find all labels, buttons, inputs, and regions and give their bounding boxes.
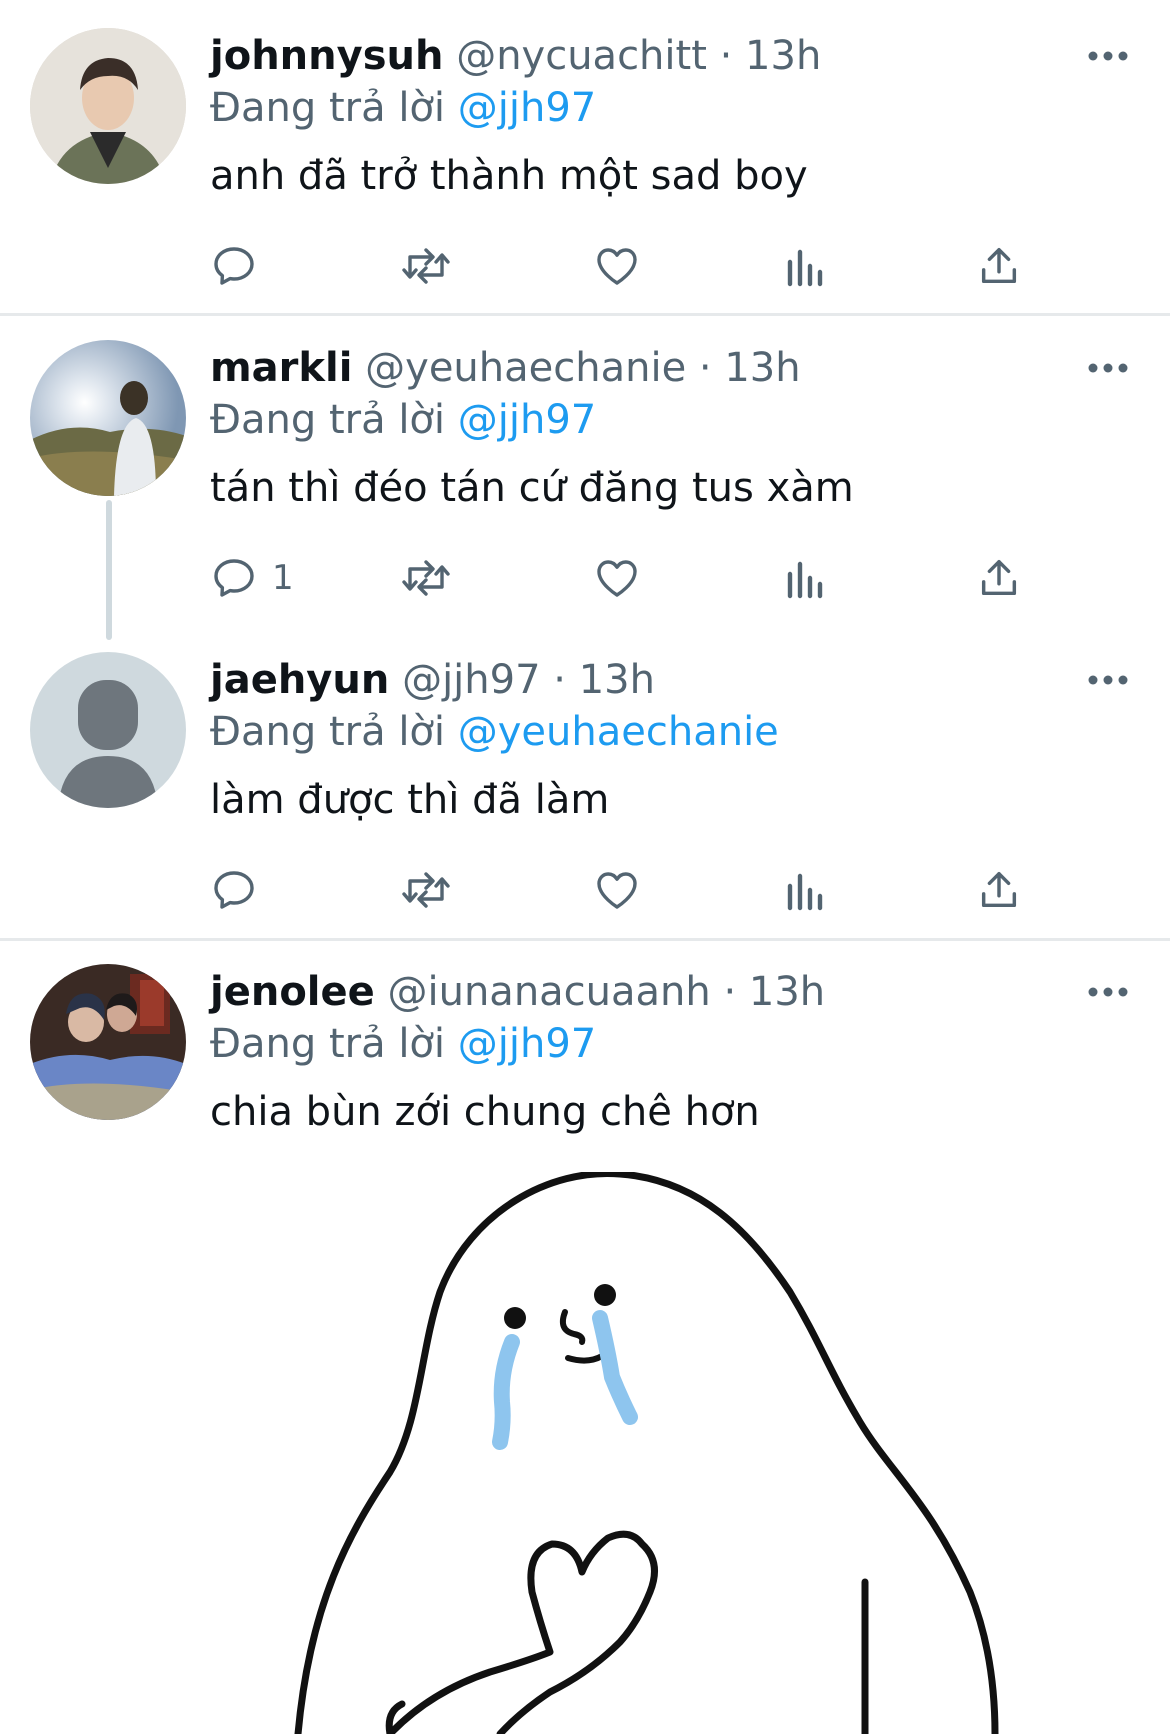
retweet-icon: [402, 872, 450, 908]
heart-icon: [597, 248, 637, 285]
avatar-markli[interactable]: [30, 340, 186, 496]
reply-context: Đang trả lời @jjh97: [210, 1018, 596, 1070]
reply-count: 1: [272, 558, 294, 598]
tweet-actions: 1: [210, 548, 1050, 608]
user-handle[interactable]: @iunanacuaanh: [387, 969, 710, 1015]
display-name[interactable]: jaehyun: [210, 657, 389, 703]
reply-button[interactable]: 1: [210, 548, 294, 608]
avatar-jenolee[interactable]: [30, 964, 186, 1120]
share-button[interactable]: [976, 236, 1022, 296]
reply-context: Đang trả lời @jjh97: [210, 394, 596, 446]
more-horizontal-icon[interactable]: [1086, 654, 1130, 706]
reply-button[interactable]: [210, 860, 272, 920]
bar-chart-icon: [787, 249, 823, 287]
retweet-icon: [402, 248, 450, 284]
thread-connector: [106, 500, 112, 640]
reply-bubble-icon: [214, 559, 254, 597]
crying-ghost-sticker[interactable]: [290, 1172, 1030, 1734]
share-upload-icon: [981, 871, 1017, 908]
timestamp[interactable]: · 13h: [723, 969, 825, 1015]
tweet-text: anh đã trở thành một sad boy: [210, 153, 808, 199]
views-button[interactable]: [784, 236, 828, 296]
reply-bubble-icon: [214, 871, 254, 909]
heart-icon: [597, 560, 637, 597]
tweet-actions: [210, 860, 1050, 920]
views-button[interactable]: [784, 860, 828, 920]
reply-mention[interactable]: @jjh97: [458, 85, 596, 131]
display-name[interactable]: johnnysuh: [210, 33, 443, 79]
tweet-text: chia bùn zới chung chê hơn: [210, 1089, 760, 1135]
timestamp[interactable]: · 13h: [553, 657, 655, 703]
reply-mention[interactable]: @yeuhaechanie: [458, 709, 779, 755]
reply-context: Đang trả lời @yeuhaechanie: [210, 706, 779, 758]
tweet-text: làm được thì đã làm: [210, 777, 610, 823]
views-button[interactable]: [784, 548, 828, 608]
like-button[interactable]: [592, 236, 642, 296]
share-button[interactable]: [976, 548, 1022, 608]
retweet-button[interactable]: [400, 548, 452, 608]
user-handle[interactable]: @yeuhaechanie: [365, 345, 686, 391]
reply-bubble-icon: [214, 247, 254, 285]
tweet-jenolee[interactable]: jenolee @iunanacuaanh · 13h Đang trả lời…: [0, 942, 1170, 1734]
display-name[interactable]: jenolee: [210, 969, 375, 1015]
tweet-text: tán thì đéo tán cứ đăng tus xàm: [210, 465, 854, 511]
reply-mention[interactable]: @jjh97: [458, 397, 596, 443]
display-name[interactable]: markli: [210, 345, 352, 391]
tweet-johnnysuh[interactable]: johnnysuh @nycuachitt · 13h Đang trả lời…: [0, 0, 1170, 318]
like-button[interactable]: [592, 860, 642, 920]
tweet-header: jaehyun @jjh97 · 13h: [210, 654, 655, 706]
heart-icon: [597, 872, 637, 909]
reply-prefix: Đang trả lời: [210, 709, 446, 755]
more-horizontal-icon[interactable]: [1086, 966, 1130, 1018]
reply-prefix: Đang trả lời: [210, 397, 446, 443]
tweet-divider: [0, 938, 1170, 941]
tweet-markli[interactable]: markli @yeuhaechanie · 13h Đang trả lời …: [0, 318, 1170, 640]
user-handle[interactable]: @nycuachitt: [456, 33, 707, 79]
tweet-header: johnnysuh @nycuachitt · 13h: [210, 30, 821, 82]
share-button[interactable]: [976, 860, 1022, 920]
share-upload-icon: [981, 559, 1017, 596]
reply-prefix: Đang trả lời: [210, 85, 446, 131]
reply-mention[interactable]: @jjh97: [458, 1021, 596, 1067]
reply-prefix: Đang trả lời: [210, 1021, 446, 1067]
tweet-header: markli @yeuhaechanie · 13h: [210, 342, 801, 394]
bar-chart-icon: [787, 561, 823, 599]
avatar-default[interactable]: [30, 652, 186, 808]
tweet-jaehyun[interactable]: jaehyun @jjh97 · 13h Đang trả lời @yeuha…: [0, 628, 1170, 938]
like-button[interactable]: [592, 548, 642, 608]
more-horizontal-icon[interactable]: [1086, 342, 1130, 394]
more-horizontal-icon[interactable]: [1086, 30, 1130, 82]
timestamp[interactable]: · 13h: [699, 345, 801, 391]
tweet-actions: [210, 236, 1050, 296]
reply-button[interactable]: [210, 236, 272, 296]
retweet-button[interactable]: [400, 236, 452, 296]
timestamp[interactable]: · 13h: [720, 33, 822, 79]
tweet-divider: [0, 313, 1170, 316]
avatar-johnnysuh[interactable]: [30, 28, 186, 184]
share-upload-icon: [981, 247, 1017, 284]
user-handle[interactable]: @jjh97: [402, 657, 540, 703]
bar-chart-icon: [787, 873, 823, 911]
tweet-header: jenolee @iunanacuaanh · 13h: [210, 966, 825, 1018]
retweet-icon: [402, 560, 450, 596]
reply-context: Đang trả lời @jjh97: [210, 82, 596, 134]
retweet-button[interactable]: [400, 860, 452, 920]
